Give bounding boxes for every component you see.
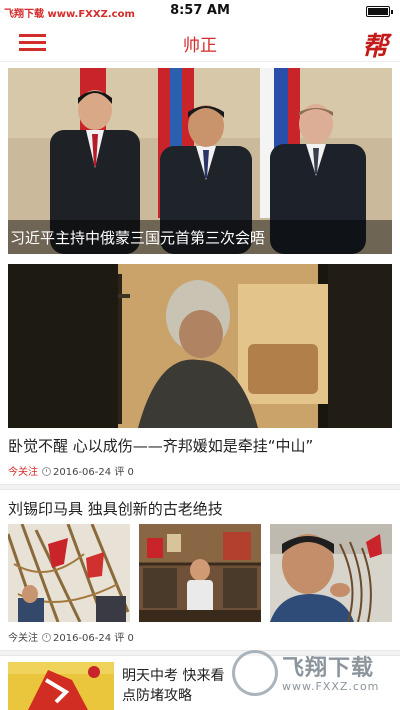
comment-count: 评 0 xyxy=(114,633,134,644)
article-photo xyxy=(8,662,114,710)
thumbnail-2[interactable] xyxy=(139,524,261,622)
article-title[interactable]: 卧觉不醒 心以成伤——齐邦媛如是牵挂“中山” xyxy=(8,435,313,456)
status-time: 8:57 AM xyxy=(170,3,230,18)
app-logo[interactable]: 帮 xyxy=(362,26,388,63)
source-tag[interactable]: 今关注 xyxy=(8,633,38,644)
watermark-logo: 飞翔下载 www.FXXZ.com xyxy=(228,650,392,702)
hero-caption: 习近平主持中俄蒙三国元首第三次会晤 xyxy=(8,220,392,254)
nav-bar: 帅正 帮 xyxy=(0,22,400,62)
thumbnail-3[interactable] xyxy=(270,524,392,622)
divider xyxy=(0,484,400,490)
article-photo xyxy=(8,264,392,428)
article-date: 2016-06-24 xyxy=(53,467,112,478)
article-image[interactable] xyxy=(8,662,114,710)
status-bar: 飞翔下载 www.FXXZ.com 8:57 AM xyxy=(0,0,400,22)
article-meta: 今关注 2016-06-24 评 0 xyxy=(8,463,134,478)
watermark-url: www.FXXZ.com xyxy=(282,680,380,693)
hero-article[interactable]: 习近平主持中俄蒙三国元首第三次会晤 xyxy=(8,68,392,254)
battery-icon xyxy=(366,6,393,17)
watermark-title: 飞翔下载 xyxy=(282,656,375,681)
article-meta: 今关注 2016-06-24 评 0 xyxy=(8,629,134,644)
article-date: 2016-06-24 xyxy=(53,633,112,644)
clock-icon xyxy=(42,467,51,476)
thumbnail-photo xyxy=(270,524,392,622)
article-title[interactable]: 刘锡印马具 独具创新的古老绝技 xyxy=(8,498,223,519)
source-tag[interactable]: 今关注 xyxy=(8,467,38,478)
comment-count: 评 0 xyxy=(114,467,134,478)
article-title[interactable]: 明天中考 快来看 点防堵攻略 xyxy=(122,666,232,706)
article-image[interactable] xyxy=(8,264,392,428)
clock-icon xyxy=(42,633,51,642)
page-title: 帅正 xyxy=(183,36,217,56)
thumbnail-1[interactable] xyxy=(8,524,130,622)
thumbnail-photo xyxy=(8,524,130,622)
watermark-circle-icon xyxy=(232,650,278,696)
thumbnail-photo xyxy=(139,524,261,622)
